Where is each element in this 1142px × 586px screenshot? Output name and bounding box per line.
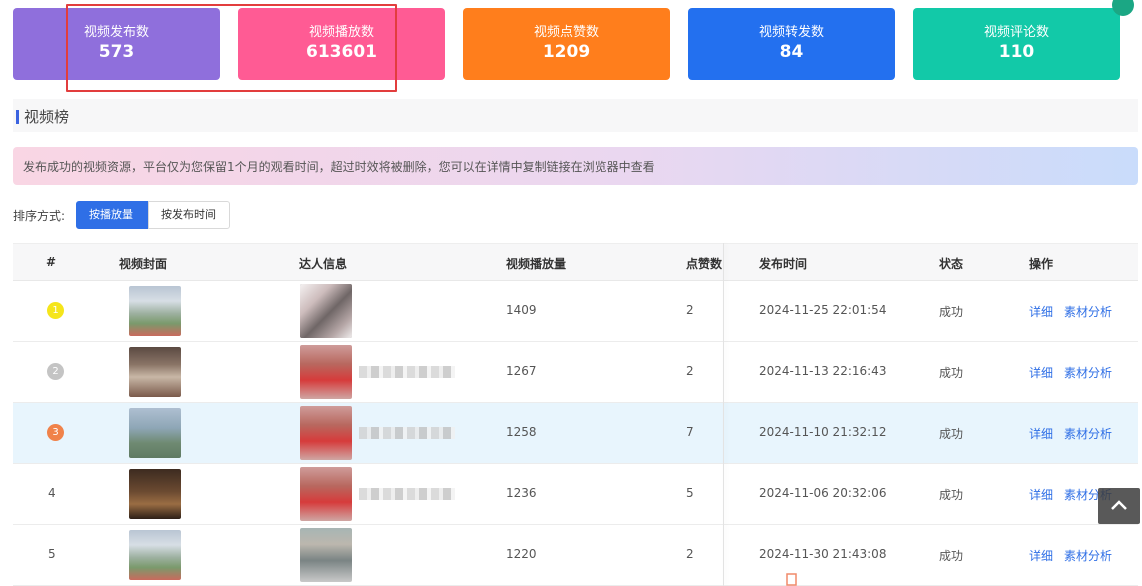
detail-link[interactable]: 详细 [1029, 303, 1053, 320]
plays-count: 1258 [506, 425, 537, 439]
notice-banner: 发布成功的视频资源，平台仅为您保留1个月的观看时间，超过时效将被删除，您可以在详… [13, 147, 1138, 185]
plays-count: 1267 [506, 364, 537, 378]
publish-time: 2024-11-13 22:16:43 [759, 364, 887, 378]
header-rank: # [46, 255, 57, 269]
video-rank-table: # 视频封面 达人信息 视频播放量 点赞数 发布时间 状态 操作 1 1409 … [13, 243, 1138, 586]
rank-number: 5 [48, 547, 56, 561]
stat-label: 视频转发数 [758, 25, 824, 40]
stat-card-published[interactable]: 视频发布数 573 [13, 8, 220, 80]
likes-count: 7 [686, 425, 694, 439]
status-text: 成功 [939, 427, 964, 441]
plays-count: 1236 [506, 486, 537, 500]
likes-count: 2 [686, 547, 694, 561]
material-analysis-link[interactable]: 素材分析 [1064, 303, 1112, 320]
publish-time: 2024-11-06 20:32:06 [759, 486, 887, 500]
stat-value: 84 [779, 42, 804, 62]
stat-label: 视频评论数 [983, 25, 1049, 40]
sort-by-time-button[interactable]: 按发布时间 [148, 201, 230, 229]
header-plays: 视频播放量 [506, 257, 567, 271]
table-row: 4 1236 5 2024-11-06 20:32:06 成功 详细 素材分析 [13, 464, 1138, 525]
detail-link[interactable]: 详细 [1029, 547, 1053, 564]
creator-avatar [300, 406, 352, 460]
stat-label: 视频发布数 [83, 25, 149, 40]
corner-badge [1112, 0, 1134, 16]
creator-avatar [300, 284, 352, 338]
likes-count: 2 [686, 303, 694, 317]
fixed-column-divider [723, 243, 724, 586]
stats-cards: 视频发布数 573 视频播放数 613601 视频点赞数 1209 视频转发数 … [13, 0, 1134, 81]
stat-value: 1209 [542, 42, 591, 62]
notice-text: 发布成功的视频资源，平台仅为您保留1个月的观看时间，超过时效将被删除，您可以在详… [23, 160, 655, 174]
publish-time: 2024-11-30 21:43:08 [759, 547, 887, 561]
material-analysis-link[interactable]: 素材分析 [1064, 425, 1112, 442]
creator-avatar [300, 467, 352, 521]
back-to-top-button[interactable] [1098, 488, 1140, 524]
video-cover[interactable] [129, 347, 181, 397]
page: 视频发布数 573 视频播放数 613601 视频点赞数 1209 视频转发数 … [0, 0, 1142, 586]
status-text: 成功 [939, 488, 964, 502]
header-status: 状态 [939, 257, 964, 271]
sort-by-plays-button[interactable]: 按播放量 [76, 201, 148, 229]
rank-badge: 2 [47, 363, 64, 380]
publish-time: 2024-11-10 21:32:12 [759, 425, 887, 439]
table-row: 5 1220 2 2024-11-30 21:43:08 成功 详细 素材分析 [13, 525, 1138, 586]
rank-badge: 3 [47, 424, 64, 441]
status-text: 成功 [939, 305, 964, 319]
stat-label: 视频点赞数 [533, 25, 599, 40]
header-actions: 操作 [1029, 257, 1054, 271]
detail-link[interactable]: 详细 [1029, 486, 1053, 503]
section-title: 视频榜 [24, 108, 70, 126]
video-cover[interactable] [129, 469, 181, 519]
header-cover: 视频封面 [119, 257, 168, 271]
table-row: 2 1267 2 2024-11-13 22:16:43 成功 详细 素材分析 [13, 342, 1138, 403]
detail-link[interactable]: 详细 [1029, 425, 1053, 442]
creator-name-blurred [359, 488, 455, 500]
stat-value: 573 [98, 42, 135, 62]
plays-count: 1409 [506, 303, 537, 317]
material-analysis-link[interactable]: 素材分析 [1064, 547, 1112, 564]
stat-card-comments[interactable]: 视频评论数 110 [913, 0, 1134, 80]
detail-link[interactable]: 详细 [1029, 364, 1053, 381]
video-cover[interactable] [129, 530, 181, 580]
publish-time: 2024-11-25 22:01:54 [759, 303, 887, 317]
status-text: 成功 [939, 366, 964, 380]
stat-label: 视频播放数 [308, 25, 374, 40]
rank-badge: 1 [47, 302, 64, 319]
section-header: 视频榜 [13, 99, 1138, 132]
header-likes: 点赞数 [686, 257, 723, 271]
likes-count: 2 [686, 364, 694, 378]
rank-number: 4 [48, 486, 56, 500]
table-header: # 视频封面 达人信息 视频播放量 点赞数 发布时间 状态 操作 [13, 243, 1138, 281]
stat-value: 110 [998, 42, 1035, 62]
header-publish-time: 发布时间 [759, 257, 808, 271]
section-accent-bar [16, 110, 19, 124]
sort-label: 排序方式: [13, 209, 66, 223]
status-text: 成功 [939, 549, 964, 563]
material-analysis-link[interactable]: 素材分析 [1064, 364, 1112, 381]
creator-name-blurred [359, 366, 455, 378]
creator-name-blurred [359, 427, 455, 439]
likes-count: 5 [686, 486, 694, 500]
stat-value: 613601 [306, 42, 377, 62]
header-creator: 达人信息 [299, 257, 348, 271]
table-row: 3 1258 7 2024-11-10 21:32:12 成功 详细 素材分析 [13, 403, 1138, 464]
table-row: 1 1409 2 2024-11-25 22:01:54 成功 详细 素材分析 [13, 281, 1138, 342]
stat-card-shares[interactable]: 视频转发数 84 [688, 8, 895, 80]
plays-count: 1220 [506, 547, 537, 561]
partial-icon [785, 572, 799, 586]
stat-card-likes[interactable]: 视频点赞数 1209 [463, 8, 670, 80]
stat-card-plays[interactable]: 视频播放数 613601 [238, 8, 445, 80]
arrow-up-icon [1111, 500, 1127, 510]
video-cover[interactable] [129, 286, 181, 336]
creator-avatar [300, 528, 352, 582]
creator-avatar [300, 345, 352, 399]
video-cover[interactable] [129, 408, 181, 458]
